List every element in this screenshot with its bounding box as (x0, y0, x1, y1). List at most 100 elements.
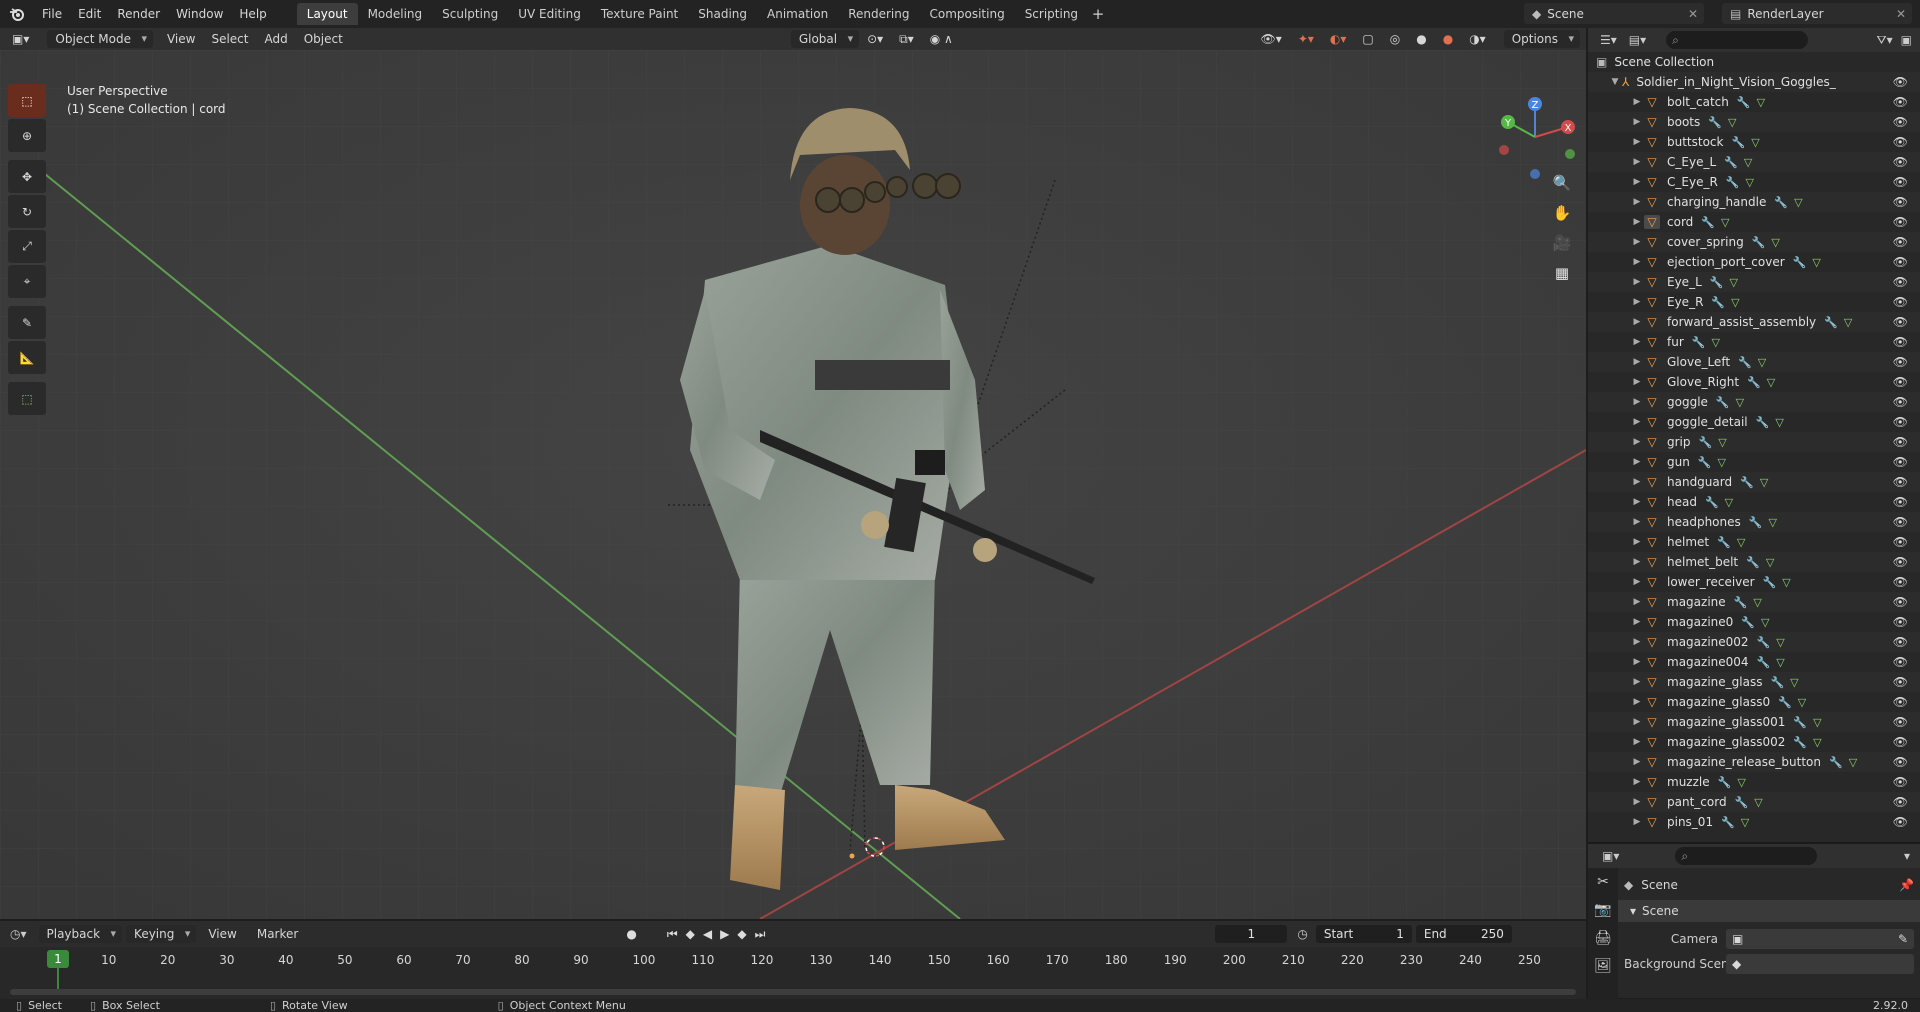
play-icon[interactable]: ▶ (720, 927, 729, 942)
visibility-eye-icon[interactable]: 👁 (1893, 615, 1908, 629)
mesh-data-icon[interactable]: ▽ (1761, 616, 1769, 629)
outliner-item[interactable]: ▶ ▽ Glove_Left 🔧 ▽ 👁 (1588, 352, 1920, 372)
modifier-icon[interactable]: 🔧 (1741, 616, 1755, 629)
expand-icon[interactable]: ▶ (1630, 757, 1644, 767)
mesh-data-icon[interactable]: ▽ (1718, 436, 1726, 449)
mesh-data-icon[interactable]: ▽ (1731, 296, 1739, 309)
background-scene-field[interactable]: ◆ (1726, 954, 1914, 974)
neg-x-axis-icon[interactable] (1499, 145, 1509, 155)
outliner-item[interactable]: ▶ ▽ magazine_glass002 🔧 ▽ 👁 (1588, 732, 1920, 752)
menu-render[interactable]: Render (109, 0, 168, 28)
camera-view-icon[interactable]: 🎥 (1548, 229, 1576, 257)
outliner-item[interactable]: ▶ ▽ buttstock 🔧 ▽ 👁 (1588, 132, 1920, 152)
outliner-item[interactable]: ▶ ▽ magazine_release_button 🔧 ▽ 👁 (1588, 752, 1920, 772)
visibility-eye-icon[interactable]: 👁 (1893, 295, 1908, 309)
expand-icon[interactable]: ▶ (1630, 697, 1644, 707)
expand-icon[interactable]: ▶ (1630, 557, 1644, 567)
mesh-data-icon[interactable]: ▽ (1790, 676, 1798, 689)
outliner-item[interactable]: ▶ ▽ C_Eye_R 🔧 ▽ 👁 (1588, 172, 1920, 192)
modifier-icon[interactable]: 🔧 (1701, 216, 1715, 229)
visibility-eye-icon[interactable]: 👁 (1893, 115, 1908, 129)
modifier-icon[interactable]: 🔧 (1699, 436, 1713, 449)
modifier-icon[interactable]: 🔧 (1829, 756, 1843, 769)
visibility-eye-icon[interactable]: 👁 (1893, 735, 1908, 749)
expand-icon[interactable]: ▶ (1630, 797, 1644, 807)
mesh-data-icon[interactable]: ▽ (1794, 196, 1802, 209)
visibility-eye-icon[interactable]: 👁 (1893, 795, 1908, 809)
modifier-icon[interactable]: 🔧 (1731, 136, 1745, 149)
add-workspace-icon[interactable]: + (1088, 5, 1108, 23)
mesh-data-icon[interactable]: ▽ (1844, 316, 1852, 329)
end-frame-field[interactable]: End 250 (1415, 925, 1512, 943)
modifier-icon[interactable]: 🔧 (1705, 496, 1719, 509)
visibility-eye-icon[interactable]: 👁 (1893, 595, 1908, 609)
display-mode-icon[interactable]: ▤▾ (1629, 33, 1646, 47)
expand-icon[interactable]: ▶ (1630, 437, 1644, 447)
visibility-eye-icon[interactable]: 👁 (1893, 395, 1908, 409)
visibility-eye-icon[interactable]: 👁 (1893, 555, 1908, 569)
expand-icon[interactable]: ▶ (1630, 397, 1644, 407)
mesh-data-icon[interactable]: ▽ (1711, 336, 1719, 349)
modifier-icon[interactable]: 🔧 (1774, 196, 1788, 209)
modifier-icon[interactable]: 🔧 (1738, 356, 1752, 369)
modifier-icon[interactable]: 🔧 (1757, 656, 1771, 669)
viewport-menu-object[interactable]: Object (296, 30, 351, 48)
mesh-data-icon[interactable]: ▽ (1758, 356, 1766, 369)
scene-collection-row[interactable]: ▣ Scene Collection (1588, 52, 1920, 72)
mesh-data-icon[interactable]: ▽ (1736, 396, 1744, 409)
modifier-icon[interactable]: 🔧 (1746, 556, 1760, 569)
outliner-item[interactable]: ▶ ▽ cover_spring 🔧 ▽ 👁 (1588, 232, 1920, 252)
mesh-data-icon[interactable]: ▽ (1775, 416, 1783, 429)
expand-icon[interactable]: ▶ (1630, 97, 1644, 107)
visibility-eye-icon[interactable]: 👁 (1893, 175, 1908, 189)
mesh-data-icon[interactable]: ▽ (1813, 736, 1821, 749)
visibility-eye-icon[interactable]: 👁 (1893, 335, 1908, 349)
mesh-data-icon[interactable]: ▽ (1849, 756, 1857, 769)
visibility-eye-icon[interactable]: 👁 (1893, 675, 1908, 689)
expand-icon[interactable]: ▼ (1608, 77, 1622, 87)
viewport-menu-view[interactable]: View (159, 30, 203, 48)
modifier-icon[interactable]: 🔧 (1718, 776, 1732, 789)
outliner-item[interactable]: ▶ ▽ magazine 🔧 ▽ 👁 (1588, 592, 1920, 612)
menu-window[interactable]: Window (168, 0, 231, 28)
neg-z-axis-icon[interactable] (1530, 169, 1540, 179)
modifier-icon[interactable]: 🔧 (1737, 96, 1751, 109)
expand-icon[interactable]: ▶ (1630, 317, 1644, 327)
outliner-item[interactable]: ▶ ▽ Eye_R 🔧 ▽ 👁 (1588, 292, 1920, 312)
expand-icon[interactable]: ▶ (1630, 677, 1644, 687)
expand-icon[interactable]: ▶ (1630, 357, 1644, 367)
modifier-icon[interactable]: 🔧 (1749, 516, 1763, 529)
current-frame-marker[interactable]: 1 (47, 950, 69, 968)
expand-icon[interactable]: ▶ (1630, 297, 1644, 307)
modifier-icon[interactable]: 🔧 (1757, 636, 1771, 649)
mesh-data-icon[interactable]: ▽ (1751, 136, 1759, 149)
tab-modeling[interactable]: Modeling (358, 3, 433, 25)
expand-icon[interactable]: ▶ (1630, 257, 1644, 267)
expand-icon[interactable]: ▶ (1630, 337, 1644, 347)
timeline-editor-icon[interactable]: ◷▾ (10, 927, 27, 941)
modifier-icon[interactable]: 🔧 (1726, 176, 1740, 189)
outliner-item[interactable]: ▶ ▽ helmet_belt 🔧 ▽ 👁 (1588, 552, 1920, 572)
rotate-tool[interactable]: ↻ (8, 195, 46, 228)
gizmo-icon[interactable]: ✦▾ (1290, 30, 1322, 48)
menu-help[interactable]: Help (231, 0, 274, 28)
properties-search-input[interactable]: ⌕ (1675, 847, 1818, 865)
mesh-data-icon[interactable]: ▽ (1718, 456, 1726, 469)
outliner-item[interactable]: ▶ ▽ pins_01 🔧 ▽ 👁 (1588, 812, 1920, 832)
visibility-eye-icon[interactable]: 👁 (1893, 235, 1908, 249)
expand-icon[interactable]: ▶ (1630, 657, 1644, 667)
outliner-item[interactable]: ▶ ▽ boots 🔧 ▽ 👁 (1588, 112, 1920, 132)
render-tab-icon[interactable]: 📷 (1588, 896, 1618, 924)
modifier-icon[interactable]: 🔧 (1734, 596, 1748, 609)
modifier-icon[interactable]: 🔧 (1724, 156, 1738, 169)
visibility-eye-icon[interactable]: 👁 (1893, 75, 1908, 89)
modifier-icon[interactable]: 🔧 (1763, 576, 1777, 589)
chevron-down-icon[interactable]: ▾ (1904, 849, 1910, 863)
xray-icon[interactable]: ▢ (1354, 30, 1381, 48)
shading-wireframe-icon[interactable]: ◎ (1382, 30, 1408, 48)
visibility-eye-icon[interactable]: 👁 (1893, 635, 1908, 649)
timeline-menu-view[interactable]: View (200, 925, 244, 943)
mesh-data-icon[interactable]: ▽ (1812, 256, 1820, 269)
outliner-item[interactable]: ▶ ▽ bolt_catch 🔧 ▽ 👁 (1588, 92, 1920, 112)
jump-start-icon[interactable]: ⏮ (667, 927, 678, 942)
